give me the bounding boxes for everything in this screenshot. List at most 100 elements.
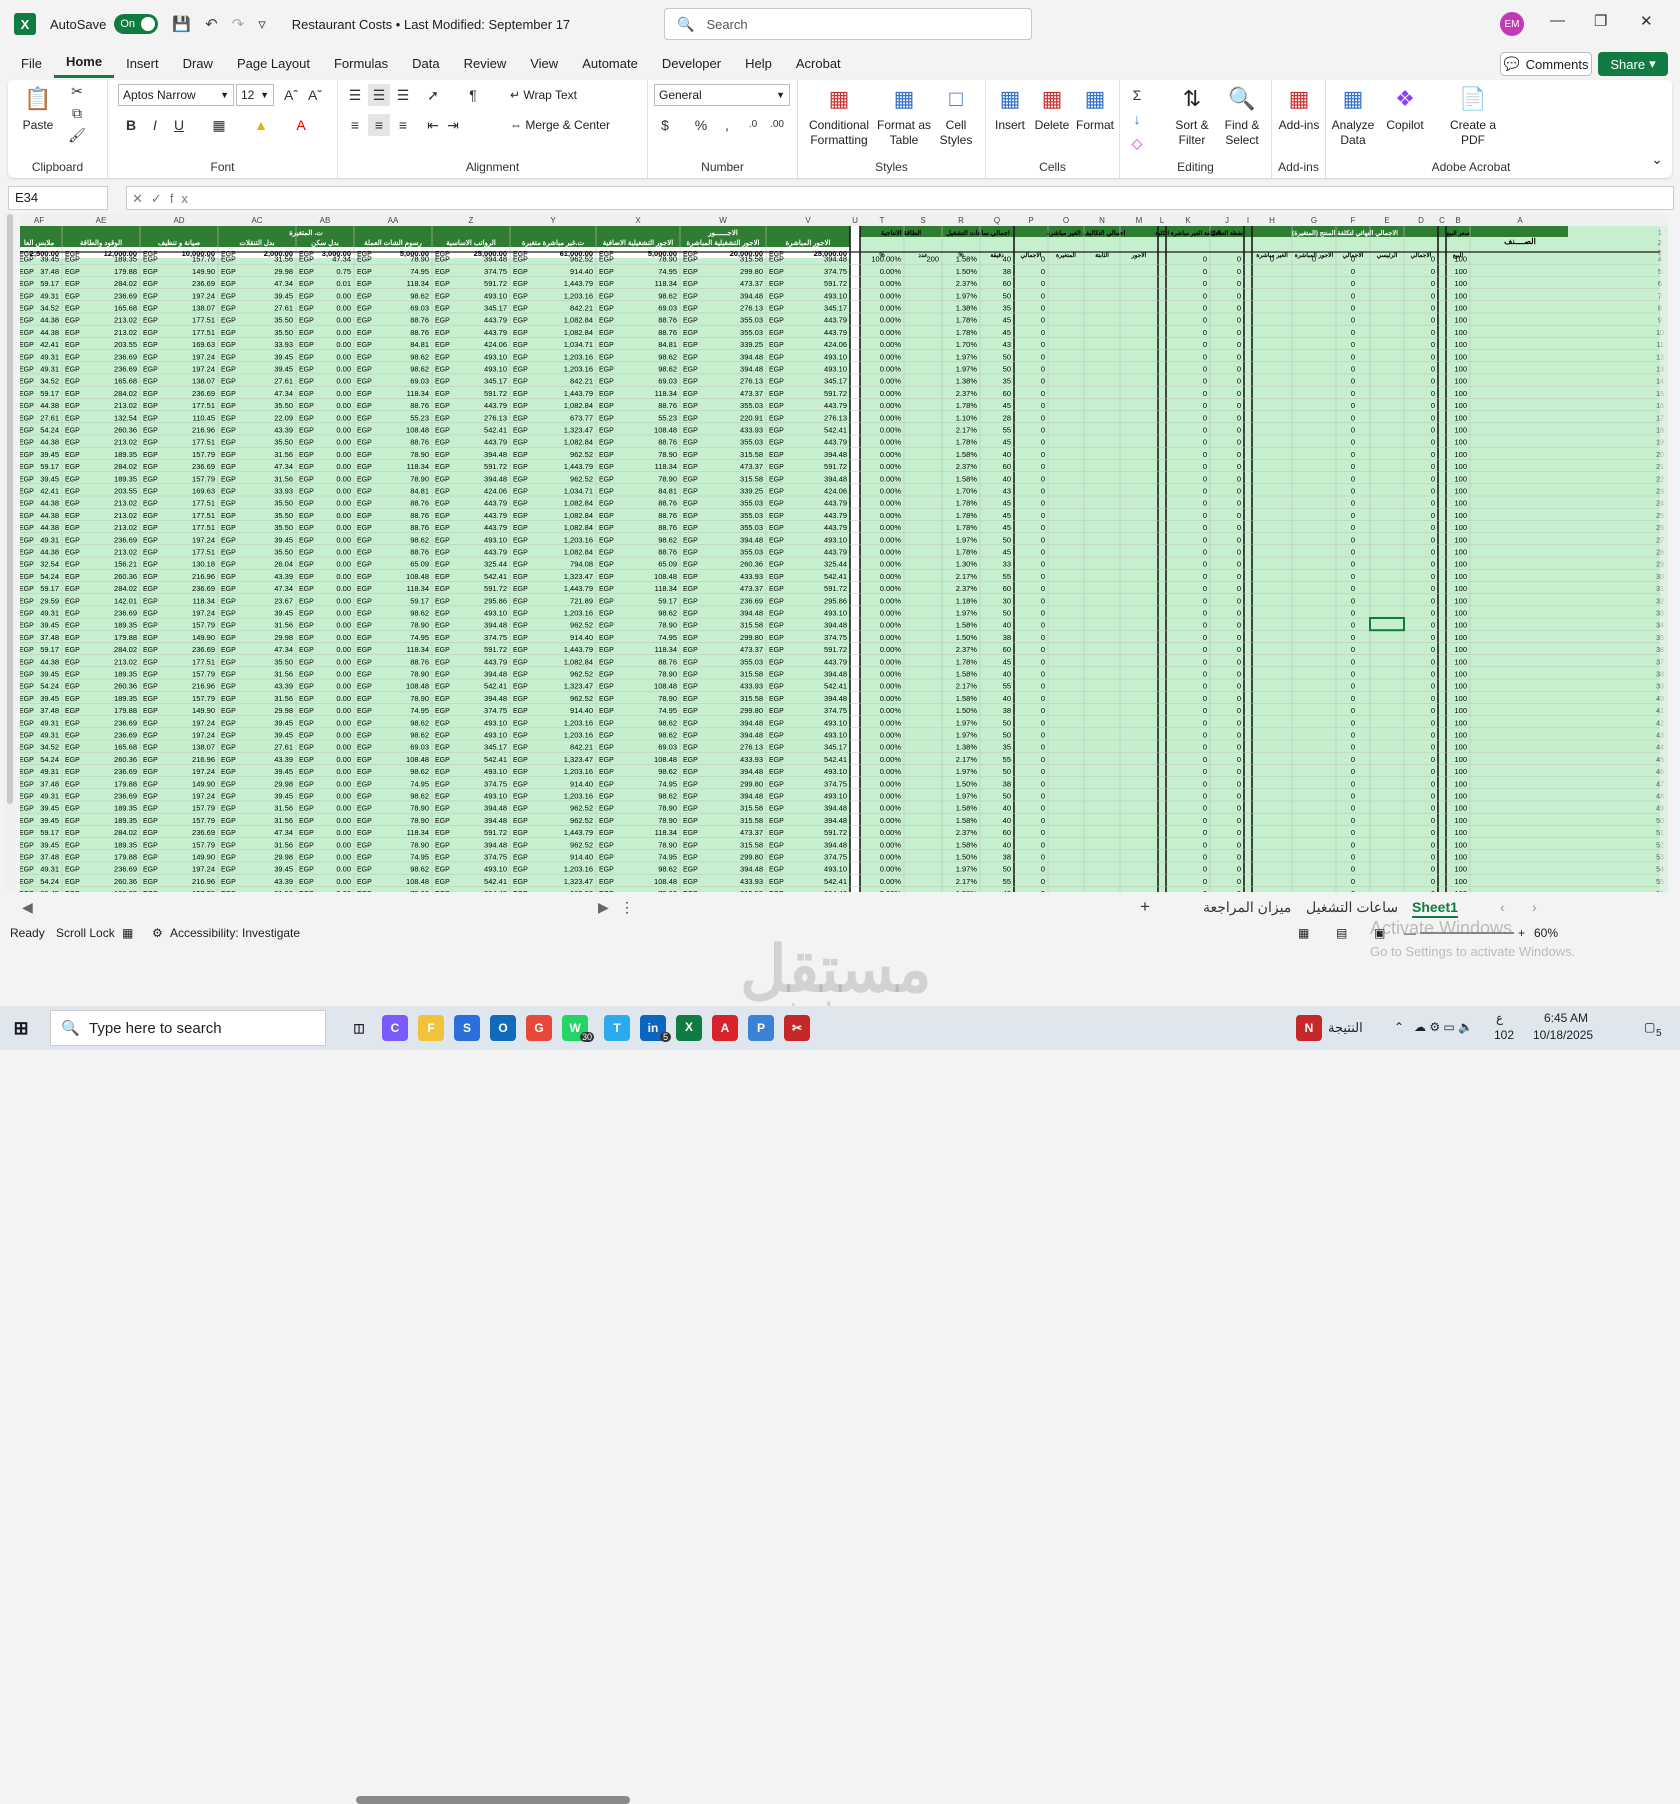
clock-time[interactable]: 6:45 AM <box>1544 1011 1588 1025</box>
align-middle-icon[interactable]: ☰ <box>368 84 390 106</box>
autosum-icon[interactable]: Σ <box>1126 84 1148 106</box>
taskbar-search[interactable]: 🔍 Type here to search <box>50 1010 326 1046</box>
tab-draw[interactable]: Draw <box>171 48 225 78</box>
acrobat-taskbar-icon[interactable]: A <box>712 1015 738 1041</box>
rtl-icon[interactable]: ¶ <box>462 84 484 106</box>
tab-prev-icon[interactable]: ‹ <box>1500 896 1505 918</box>
save-icon[interactable]: 💾 <box>172 15 191 33</box>
align-right-icon[interactable]: ≡ <box>392 114 414 136</box>
tab-page-layout[interactable]: Page Layout <box>225 48 322 78</box>
excel-taskbar-icon[interactable]: X <box>676 1015 702 1041</box>
file-explorer-icon[interactable]: F <box>418 1015 444 1041</box>
tab-formulas[interactable]: Formulas <box>322 48 400 78</box>
decrease-indent-icon[interactable]: ⇤ <box>422 114 444 136</box>
cancel-icon[interactable]: ✕ <box>132 191 151 206</box>
avatar[interactable]: EM <box>1500 12 1524 36</box>
delete-button[interactable]: ▦ Delete <box>1032 84 1072 133</box>
input-language[interactable]: ع <box>1496 1011 1503 1025</box>
conditional-formatting-button[interactable]: ▦ Conditional Formatting <box>802 84 876 148</box>
currency-icon[interactable]: $ <box>654 114 676 136</box>
sort-filter-button[interactable]: ⇅ Sort & Filter <box>1170 84 1214 148</box>
copy-icon[interactable]: ⧉ <box>66 102 88 124</box>
scroll-thumb[interactable] <box>7 214 13 804</box>
tab-automate[interactable]: Automate <box>570 48 650 78</box>
close-icon[interactable]: ✕ <box>1640 12 1653 30</box>
redo-icon[interactable]: ↷ <box>232 15 245 33</box>
share-button[interactable]: Share ▾ <box>1598 52 1668 76</box>
macro-icon[interactable]: ▦ <box>122 926 133 940</box>
tab-home[interactable]: Home <box>53 48 115 78</box>
format-button[interactable]: ▦ Format <box>1074 84 1116 133</box>
autosave-toggle[interactable]: On <box>114 14 159 34</box>
tab-file[interactable]: File <box>9 48 54 78</box>
scroll-left-icon[interactable]: ◀ <box>22 896 33 918</box>
tab-acrobat[interactable]: Acrobat <box>784 48 853 78</box>
sheet-tab-sheet1[interactable]: Sheet1 <box>1412 896 1458 918</box>
increase-indent-icon[interactable]: ⇥ <box>442 114 464 136</box>
sheet-tab-balance[interactable]: ميزان المراجعة <box>1203 896 1291 918</box>
accessibility-status[interactable]: Accessibility: Investigate <box>170 926 300 940</box>
news-icon[interactable]: N <box>1296 1015 1322 1041</box>
document-title[interactable]: Restaurant Costs • Last Modified: Septem… <box>292 17 570 32</box>
align-bottom-icon[interactable]: ☰ <box>392 84 414 106</box>
tray-icons[interactable]: ☁ ⚙ ▭ 🔈 <box>1414 1020 1473 1034</box>
page-layout-icon[interactable]: ▤ <box>1336 926 1347 940</box>
customize-qat-icon[interactable]: ▿ <box>258 15 266 33</box>
cut-icon[interactable]: ✂ <box>66 80 88 102</box>
minimize-icon[interactable]: — <box>1550 12 1565 29</box>
tab-next-icon[interactable]: › <box>1532 896 1537 918</box>
function-icon[interactable]: fx <box>170 191 196 206</box>
normal-view-icon[interactable]: ▦ <box>1298 926 1309 940</box>
insert-button[interactable]: ▦ Insert <box>990 84 1030 133</box>
add-sheet-icon[interactable]: + <box>1140 896 1150 918</box>
zoom-level[interactable]: 60% <box>1534 926 1558 940</box>
analyze-data-button[interactable]: ▦ Analyze Data <box>1328 84 1378 148</box>
copilot-button[interactable]: ❖ Copilot <box>1382 84 1428 133</box>
tab-developer[interactable]: Developer <box>650 48 733 78</box>
zoom-in-icon[interactable]: + <box>1518 926 1525 940</box>
merge-center-button[interactable]: ⇔ Merge & Center <box>510 118 640 133</box>
restore-icon[interactable]: ❐ <box>1594 12 1607 30</box>
find-select-button[interactable]: 🔍 Find & Select <box>1218 84 1266 148</box>
format-painter-icon[interactable]: 🖌 <box>66 124 88 146</box>
number-format-dropdown[interactable]: General ▼ <box>654 84 790 106</box>
clear-icon[interactable]: ◇ <box>1126 132 1148 154</box>
fill-icon[interactable]: ↓ <box>1126 108 1148 130</box>
bold-icon[interactable]: B <box>120 114 142 136</box>
news-text[interactable]: النتيجة <box>1328 1020 1363 1036</box>
undo-icon[interactable]: ↶ <box>205 15 218 33</box>
outlook-icon[interactable]: O <box>490 1015 516 1041</box>
font-color-icon[interactable]: A <box>290 114 312 136</box>
copilot-app-icon[interactable]: C <box>382 1015 408 1041</box>
percent-icon[interactable]: % <box>690 114 712 136</box>
fill-color-icon[interactable]: ▲ <box>250 114 272 136</box>
collapse-ribbon-icon[interactable]: ⌄ <box>1646 148 1668 170</box>
search-box[interactable]: 🔍 Search <box>664 8 1032 40</box>
photos-icon[interactable]: P <box>748 1015 774 1041</box>
task-view-icon[interactable]: ◫ <box>346 1015 372 1041</box>
horizontal-scroll-thumb[interactable] <box>356 1796 630 1804</box>
windows-start-icon[interactable]: ⊞ <box>8 1015 34 1041</box>
enter-icon[interactable]: ✓ <box>151 191 170 206</box>
telegram-icon[interactable]: T <box>604 1015 630 1041</box>
cell-styles-button[interactable]: □ Cell Styles <box>934 84 978 148</box>
tab-view[interactable]: View <box>518 48 570 78</box>
orientation-icon[interactable]: ➚ <box>422 84 444 106</box>
formula-input[interactable] <box>126 186 1674 210</box>
underline-icon[interactable]: U <box>168 114 190 136</box>
chrome-icon[interactable]: G <box>526 1015 552 1041</box>
decrease-decimal-icon[interactable]: .00 <box>766 114 788 136</box>
align-top-icon[interactable]: ☰ <box>344 84 366 106</box>
sheet-tab-hours[interactable]: ساعات التشغيل <box>1306 896 1398 918</box>
format-as-table-button[interactable]: ▦ Format as Table <box>876 84 932 148</box>
increase-decimal-icon[interactable]: .0 <box>742 114 764 136</box>
align-left-icon[interactable]: ≡ <box>344 114 366 136</box>
tab-insert[interactable]: Insert <box>114 48 171 78</box>
name-box[interactable]: E34 <box>8 186 108 210</box>
tray-chevron-icon[interactable]: ⌃ <box>1394 1020 1404 1034</box>
comments-button[interactable]: 💬 Comments <box>1500 52 1592 76</box>
addins-button[interactable]: ▦ Add-ins <box>1274 84 1324 133</box>
vertical-scrollbar[interactable] <box>4 214 16 892</box>
create-pdf-button[interactable]: 📄 Create a PDF <box>1446 84 1500 148</box>
increase-font-icon[interactable]: Aˆ <box>280 84 302 106</box>
